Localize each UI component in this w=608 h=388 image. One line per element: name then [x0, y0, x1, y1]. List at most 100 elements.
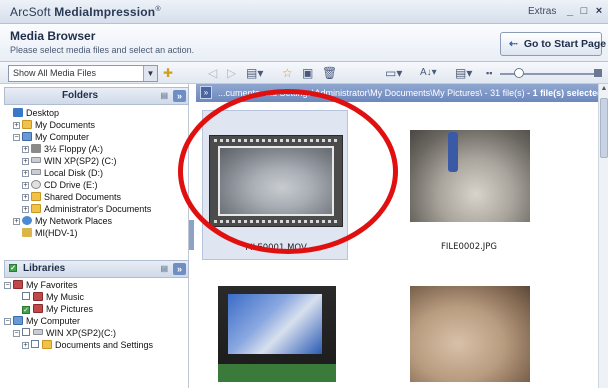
expand-icon[interactable]: +	[13, 122, 20, 129]
minimize-button[interactable]: _	[564, 5, 576, 17]
photo-detail	[448, 132, 458, 172]
tree-item[interactable]: − WIN XP(SP2)(C:)	[13, 328, 116, 339]
panel-options-icon[interactable]: ▤	[160, 264, 168, 273]
expand-icon[interactable]: +	[22, 194, 29, 201]
tree-item[interactable]: + Shared Documents	[22, 192, 121, 203]
tree-item-label: My Music	[46, 292, 84, 302]
tree-item-label: My Computer	[26, 316, 81, 326]
tree-item-label: My Favorites	[26, 280, 78, 290]
favorites-icon	[33, 304, 43, 313]
tree-item[interactable]: + CD Drive (E:)	[22, 180, 98, 191]
close-button[interactable]: ×	[593, 5, 605, 17]
tree-item-label: My Documents	[35, 120, 96, 130]
photo-detail	[218, 364, 336, 382]
expand-icon[interactable]: +	[22, 170, 29, 177]
libraries-check-icon[interactable]: ✓	[9, 264, 17, 272]
media-browser-header: Media Browser Please select media files …	[0, 24, 608, 62]
start-button-label: Go to Start Page	[523, 38, 607, 50]
slider-knob[interactable]	[514, 68, 524, 78]
az-sort-icon[interactable]: A↓▾	[420, 66, 437, 80]
checkbox[interactable]	[22, 328, 30, 336]
tree-item-label: Administrator's Documents	[44, 204, 152, 214]
panel-options-icon[interactable]: ▤	[160, 91, 168, 100]
collapse-libraries-button[interactable]: »	[173, 263, 186, 275]
sort-icon[interactable]: ▭▾	[385, 66, 402, 80]
folder-icon	[31, 192, 41, 201]
view-options-icon[interactable]: ▤▾	[246, 66, 263, 80]
tree-item[interactable]: +3½ Floppy (A:)	[22, 144, 103, 155]
tree-item[interactable]: + Administrator's Documents	[22, 204, 151, 215]
checkbox[interactable]	[31, 340, 39, 348]
list-view-icon[interactable]: ▤▾	[455, 66, 472, 80]
collapse-icon[interactable]: −	[4, 318, 11, 325]
scroll-up-icon[interactable]: ▲	[600, 85, 608, 93]
collapse-icon[interactable]: −	[13, 134, 20, 141]
tree-item[interactable]: My Music	[13, 292, 84, 303]
drive-icon	[31, 157, 41, 163]
media-thumbnail-item[interactable]: FILE0002.JPG	[396, 110, 542, 260]
title-bar: ArcSoft MediaImpression® Extras _ □ ×	[0, 0, 608, 24]
photo-thumbnail-image	[218, 286, 336, 382]
tree-item-label: My Pictures	[46, 304, 94, 314]
media-filter-value: Show All Media Files	[13, 68, 97, 78]
tree-item[interactable]: − My Favorites	[4, 280, 78, 291]
tree-item[interactable]: + Local Disk (D:)	[22, 168, 103, 179]
floppy-icon	[31, 144, 41, 153]
folders-title: Folders	[61, 90, 99, 101]
tree-item-label: CD Drive (E:)	[44, 180, 98, 190]
expand-icon[interactable]: +	[22, 182, 29, 189]
expand-icon[interactable]: +	[22, 206, 29, 213]
tree-item[interactable]: + My Documents	[13, 120, 95, 131]
media-thumbnail-item[interactable]	[202, 280, 348, 388]
folder-icon	[42, 340, 52, 349]
tree-item-label: 3½ Floppy (A:)	[44, 144, 104, 154]
tree-item-label: My Computer	[35, 132, 90, 142]
path-expand-icon[interactable]: »	[200, 86, 212, 99]
photo-detail	[228, 294, 322, 354]
expand-icon[interactable]: +	[22, 158, 29, 165]
collapse-folders-button[interactable]: »	[173, 90, 186, 102]
photo-thumbnail-image	[410, 286, 530, 382]
camera-icon	[22, 228, 32, 237]
tree-item[interactable]: + My Network Places	[13, 216, 112, 227]
checkbox[interactable]	[22, 292, 30, 300]
restore-button[interactable]: □	[578, 5, 590, 17]
tree-item[interactable]: − My Computer	[13, 132, 89, 143]
media-filter-select[interactable]: Show All Media Files ▼	[8, 65, 158, 82]
libraries-panel-header: ✓ Libraries ▤ »	[4, 260, 189, 278]
tree-item-label: Local Disk (D:)	[44, 168, 104, 178]
cd-icon	[31, 180, 41, 189]
chevron-down-icon[interactable]: ▼	[143, 66, 157, 81]
collapse-icon[interactable]: −	[13, 330, 20, 337]
checkbox[interactable]: ✓	[22, 306, 30, 314]
tree-item[interactable]: + Documents and Settings	[22, 340, 153, 351]
expand-icon[interactable]: +	[22, 342, 29, 349]
add-folder-icon[interactable]: ✚	[163, 66, 173, 80]
rotate-left-icon[interactable]: ◁	[208, 66, 217, 80]
media-thumbnail-item[interactable]	[396, 280, 542, 388]
tree-item[interactable]: MI(HDV-1)	[13, 228, 78, 239]
expand-icon[interactable]: +	[22, 146, 29, 153]
tree-item[interactable]: ✓ My Pictures	[13, 304, 93, 315]
app-mark: ®	[155, 6, 161, 13]
extras-menu[interactable]: Extras	[528, 6, 556, 17]
collapse-icon[interactable]: −	[4, 282, 11, 289]
tree-item-label: My Network Places	[35, 216, 113, 226]
tree-item-label: Shared Documents	[44, 192, 122, 202]
tree-item[interactable]: Desktop	[4, 108, 59, 119]
rotate-right-icon[interactable]: ▷	[227, 66, 236, 80]
go-to-start-page-button[interactable]: ⇠ Go to Start Page	[500, 32, 606, 56]
pane-splitter-handle[interactable]	[189, 220, 194, 250]
delete-icon[interactable]: 🗑	[322, 66, 337, 80]
folders-panel-header: Folders ▤ »	[4, 87, 189, 105]
photo-thumbnail-image	[410, 130, 530, 222]
app-brand: ArcSoft	[10, 5, 51, 19]
tree-item[interactable]: + WIN XP(SP2) (C:)	[22, 156, 117, 167]
info-icon[interactable]: ▣	[302, 66, 313, 80]
favorite-star-icon[interactable]: ☆	[282, 66, 293, 80]
tree-item[interactable]: − My Computer	[4, 316, 80, 327]
selection-count: - 1 file(s) selected	[524, 88, 598, 98]
vertical-scrollbar[interactable]: ▲	[598, 84, 608, 388]
scrollbar-thumb[interactable]	[600, 98, 608, 158]
expand-icon[interactable]: +	[13, 218, 20, 225]
